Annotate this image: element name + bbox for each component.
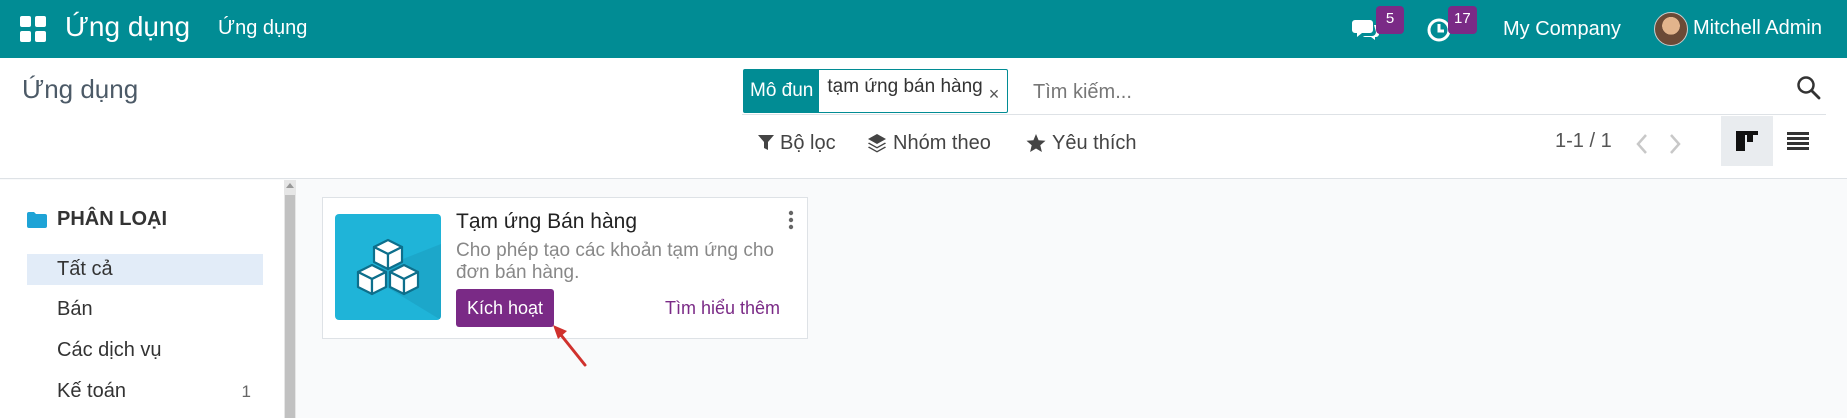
category-heading-label: PHÂN LOẠI [57,208,167,230]
search-bar: Mô đun tạm ứng bán hàng × [742,69,1826,115]
messages-badge: 5 [1376,6,1404,34]
app-title[interactable]: Ứng dụng [65,11,190,43]
star-icon [1026,133,1046,153]
top-navbar: Ứng dụng Ứng dụng 5 17 My Company Mitche… [0,0,1847,58]
favorites-button[interactable]: Yêu thích [1026,128,1137,158]
category-count: 1 [241,382,251,401]
card-menu-button[interactable] [787,210,795,230]
app-grid-icon[interactable] [20,16,46,42]
pager-previous-button[interactable] [1635,133,1655,155]
vertical-dots-icon [788,210,794,230]
facet-label: Mô đun [744,70,820,112]
category-item-services[interactable]: Các dịch vụ [27,335,263,366]
activate-button[interactable]: Kích hoạt [456,289,554,327]
pager-value[interactable]: 1-1 / 1 [1555,130,1612,153]
sidebar-scrollbar[interactable] [284,180,296,418]
search-input[interactable] [1033,75,1773,109]
app-card[interactable]: Tạm ứng Bán hàng Cho phép tạo các khoản … [322,197,808,339]
list-icon [1787,132,1809,150]
filter-label: Bộ lọc [780,131,836,154]
layers-icon [867,133,887,153]
app-icon [335,214,441,320]
scroll-up-arrow[interactable] [286,183,294,188]
search-button[interactable] [1796,75,1826,105]
category-item-accounting[interactable]: Kế toán 1 [27,376,263,407]
user-avatar[interactable] [1654,12,1688,46]
folder-icon [27,211,47,228]
user-menu[interactable]: Mitchell Admin [1693,17,1822,40]
annotation-arrow-icon [553,325,587,367]
scrollbar-thumb[interactable] [285,195,295,418]
category-heading: PHÂN LOẠI [27,208,167,231]
app-description: Cho phép tạo các khoản tạm ứng cho đơn b… [456,240,774,283]
page-title: Ứng dụng [22,74,139,104]
list-view-button[interactable] [1772,116,1824,166]
favorites-label: Yêu thích [1052,131,1137,154]
pager-next-button[interactable] [1668,133,1688,155]
learn-more-link[interactable]: Tìm hiểu thêm [665,298,780,319]
cubes-icon [356,238,441,320]
category-item-all[interactable]: Tất cả [27,254,263,285]
control-panel: Ứng dụng Mô đun tạm ứng bán hàng × Bộ lọ… [0,58,1847,179]
category-item-sales[interactable]: Bán [27,294,263,325]
app-name: Tạm ứng Bán hàng [456,210,638,233]
category-item-label: Tất cả [57,258,113,280]
facet-value: tạm ứng bán hàng [827,76,983,97]
company-switcher[interactable]: My Company [1503,18,1621,41]
category-sidebar: PHÂN LOẠI Tất cả Bán Các dịch vụ Kế toán… [0,180,284,418]
chevron-left-icon [1636,134,1647,154]
kanban-icon [1736,131,1758,151]
menu-apps[interactable]: Ứng dụng [218,17,307,40]
filter-icon [758,134,774,152]
category-item-label: Các dịch vụ [57,339,162,361]
chevron-right-icon [1670,134,1681,154]
facet-remove-button[interactable]: × [989,70,1008,112]
group-by-label: Nhóm theo [893,131,991,154]
category-item-label: Bán [57,298,93,320]
search-facet: Mô đun tạm ứng bán hàng × [743,69,1009,113]
group-by-button[interactable]: Nhóm theo [867,128,991,158]
kanban-view-button[interactable] [1721,116,1773,166]
activities-badge: 17 [1448,6,1477,34]
search-icon [1797,76,1821,100]
category-item-label: Kế toán [57,380,126,402]
filter-button[interactable]: Bộ lọc [758,128,836,158]
